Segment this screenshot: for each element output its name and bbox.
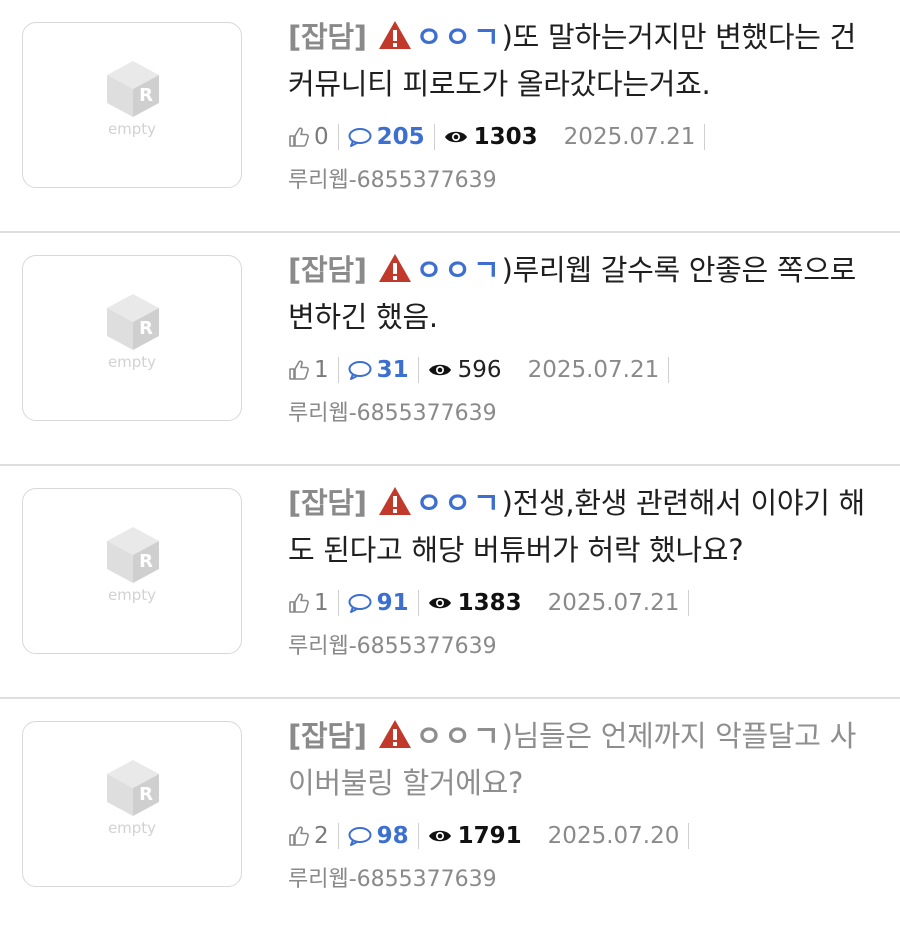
post-meta: 2 98 1791 2025.07.20 [288,819,870,853]
view-count: 1791 [428,823,522,849]
meta-divider [688,590,690,616]
meta-divider [704,124,706,150]
post-subject-tag: ㅇㅇㄱ [415,719,502,753]
post-category: [잡담] [288,20,367,54]
post-author[interactable]: 루리웹-6855377639 [288,395,870,427]
comment-bubble-icon [348,594,372,613]
like-count: 0 [288,124,329,150]
post-date: 2025.07.21 [563,124,696,150]
view-count: 596 [428,357,502,383]
thumbs-up-icon [289,127,309,147]
post-title-text: )또 말하는거지만 변했다는 건 커뮤니티 피로도가 올라갔다는거죠. [288,20,856,101]
thumbs-up-icon [289,826,309,846]
svg-text:R: R [139,318,153,339]
empty-thumbnail-label: empty [107,586,157,604]
post-date: 2025.07.21 [527,357,660,383]
meta-divider [337,357,339,383]
post-title-text: )전생,환생 관련해서 이야기 해도 된다고 해당 버튜버가 허락 했나요? [288,486,865,567]
post-date: 2025.07.20 [547,823,680,849]
thumbs-up-icon [289,593,309,613]
view-count: 1383 [428,590,522,616]
eye-icon [428,597,451,609]
empty-cube-logo-icon: R [107,527,159,583]
meta-divider [433,124,435,150]
like-count: 1 [288,590,329,616]
like-count: 2 [288,823,329,849]
comment-bubble-icon [348,827,372,846]
post-subject-tag: ㅇㅇㄱ [415,20,502,54]
post-thumbnail[interactable]: R empty [22,22,242,188]
warning-triangle-icon [378,719,412,749]
post-subject-tag: ㅇㅇㄱ [415,486,502,520]
eye-icon [428,830,451,842]
post-list-item[interactable]: R empty [잡담] ㅇㅇㄱ)전생,환생 관련해서 이야기 해도 된다고 해… [0,466,900,699]
empty-cube-logo-icon: R [107,760,159,816]
post-title[interactable]: [잡담] ㅇㅇㄱ)님들은 언제까지 악플달고 사이버불링 할거에요? [288,713,870,807]
post-list-item[interactable]: R empty [잡담] ㅇㅇㄱ)또 말하는거지만 변했다는 건 커뮤니티 피로… [0,0,900,233]
post-category: [잡담] [288,253,367,287]
post-title-text: )님들은 언제까지 악플달고 사이버불링 할거에요? [288,719,856,800]
post-date: 2025.07.21 [547,590,680,616]
post-list-item[interactable]: R empty [잡담] ㅇㅇㄱ)루리웹 갈수록 안좋은 쪽으로 변하긴 했음. [0,233,900,466]
empty-thumbnail-label: empty [107,819,157,837]
view-count: 1303 [444,124,538,150]
post-meta: 1 31 596 2025.07.21 [288,353,870,387]
empty-cube-logo-icon: R [107,61,159,117]
post-author[interactable]: 루리웹-6855377639 [288,861,870,893]
comment-count[interactable]: 98 [348,823,409,849]
meta-divider [417,590,419,616]
meta-divider [337,823,339,849]
post-thumbnail[interactable]: R empty [22,255,242,421]
post-title[interactable]: [잡담] ㅇㅇㄱ)루리웹 갈수록 안좋은 쪽으로 변하긴 했음. [288,247,870,341]
post-meta: 1 91 1383 2025.07.21 [288,586,870,620]
post-author[interactable]: 루리웹-6855377639 [288,628,870,660]
eye-icon [444,131,467,143]
svg-text:R: R [139,551,153,572]
post-category: [잡담] [288,486,367,520]
svg-text:R: R [139,85,153,106]
post-title-text: )루리웹 갈수록 안좋은 쪽으로 변하긴 했음. [288,253,856,334]
empty-thumbnail-label: empty [107,120,157,138]
meta-divider [668,357,670,383]
meta-divider [417,823,419,849]
empty-cube-logo-icon: R [107,294,159,350]
eye-icon [428,364,451,376]
meta-divider [688,823,690,849]
meta-divider [337,124,339,150]
post-category: [잡담] [288,719,367,753]
comment-count[interactable]: 205 [348,124,425,150]
post-author[interactable]: 루리웹-6855377639 [288,162,870,194]
post-list: R empty [잡담] ㅇㅇㄱ)또 말하는거지만 변했다는 건 커뮤니티 피로… [0,0,900,932]
meta-divider [417,357,419,383]
post-title[interactable]: [잡담] ㅇㅇㄱ)전생,환생 관련해서 이야기 해도 된다고 해당 버튜버가 허… [288,480,870,574]
warning-triangle-icon [378,20,412,50]
like-count: 1 [288,357,329,383]
comment-bubble-icon [348,361,372,380]
post-list-item[interactable]: R empty [잡담] ㅇㅇㄱ)님들은 언제까지 악플달고 사이버불링 할거에… [0,699,900,932]
warning-triangle-icon [378,486,412,516]
meta-divider [337,590,339,616]
post-subject-tag: ㅇㅇㄱ [415,253,502,287]
comment-count[interactable]: 91 [348,590,409,616]
thumbs-up-icon [289,360,309,380]
empty-thumbnail-label: empty [107,353,157,371]
post-meta: 0 205 1303 2025.07.21 [288,120,870,154]
comment-count[interactable]: 31 [348,357,409,383]
comment-bubble-icon [348,128,372,147]
warning-triangle-icon [378,253,412,283]
post-title[interactable]: [잡담] ㅇㅇㄱ)또 말하는거지만 변했다는 건 커뮤니티 피로도가 올라갔다는… [288,14,870,108]
post-thumbnail[interactable]: R empty [22,488,242,654]
svg-text:R: R [139,784,153,805]
post-thumbnail[interactable]: R empty [22,721,242,887]
